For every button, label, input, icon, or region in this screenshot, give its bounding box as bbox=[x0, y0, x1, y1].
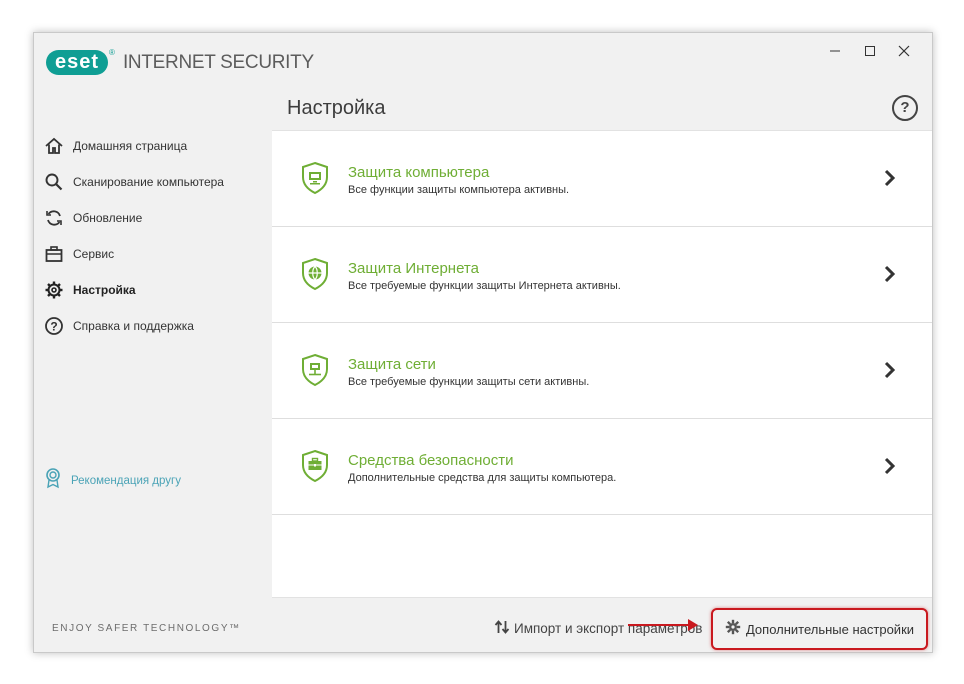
recommend-link[interactable]: Рекомендация другу bbox=[43, 467, 181, 494]
sidebar-item-scan[interactable]: Сканирование компьютера bbox=[43, 168, 224, 196]
sidebar-item-label: Справка и поддержка bbox=[73, 319, 194, 333]
badge-icon bbox=[43, 467, 63, 494]
help-icon: ? bbox=[43, 315, 65, 337]
card-title: Средства безопасности bbox=[348, 452, 514, 469]
sidebar-item-home[interactable]: Домашняя страница bbox=[43, 132, 187, 160]
sidebar-item-label: Настройка bbox=[73, 283, 136, 297]
card-description: Дополнительные средства для защиты компь… bbox=[348, 472, 617, 484]
sidebar-item-label: Домашняя страница bbox=[73, 139, 188, 153]
eset-logo-mark: eset bbox=[46, 50, 109, 75]
card-internet-protection[interactable]: Защита Интернета Все требуемые функции з… bbox=[272, 227, 932, 323]
chevron-right-icon bbox=[884, 457, 896, 480]
app-window: eset ® INTERNET SECURITY Домашняя страни… bbox=[33, 32, 933, 653]
advanced-settings-label: Дополнительные настройки bbox=[745, 621, 915, 637]
advanced-settings-button[interactable]: Дополнительные настройки bbox=[711, 608, 928, 650]
card-network-protection[interactable]: Защита сети Все требуемые функции защиты… bbox=[272, 323, 932, 419]
import-export-icon bbox=[494, 619, 510, 638]
gear-icon bbox=[43, 279, 65, 301]
card-description: Все требуемые функции защиты сети активн… bbox=[348, 376, 590, 388]
sidebar-item-label: Обновление bbox=[73, 211, 143, 225]
card-security-tools[interactable]: Средства безопасности Дополнительные сре… bbox=[272, 419, 932, 515]
chevron-right-icon bbox=[884, 265, 896, 288]
main-panel: Настройка ? Защита компьютера Все функци… bbox=[272, 33, 932, 652]
shield-network-icon bbox=[300, 353, 330, 392]
refresh-icon bbox=[43, 207, 65, 229]
home-icon bbox=[43, 135, 65, 157]
card-title: Защита Интернета bbox=[348, 260, 479, 277]
sidebar-item-help[interactable]: ? Справка и поддержка bbox=[43, 312, 194, 340]
shield-monitor-icon bbox=[300, 161, 330, 200]
card-description: Все требуемые функции защиты Интернета а… bbox=[348, 280, 621, 292]
sidebar-item-label: Сервис bbox=[73, 247, 115, 261]
settings-cards: Защита компьютера Все функции защиты ком… bbox=[272, 130, 932, 598]
page-title: Настройка bbox=[287, 97, 386, 119]
card-computer-protection[interactable]: Защита компьютера Все функции защиты ком… bbox=[272, 131, 932, 227]
help-button[interactable]: ? bbox=[892, 95, 918, 121]
sidebar-item-service[interactable]: Сервис bbox=[43, 240, 114, 268]
card-title: Защита сети bbox=[348, 356, 436, 373]
registered-mark: ® bbox=[109, 48, 115, 57]
annotation-arrow bbox=[628, 619, 698, 631]
search-icon bbox=[43, 171, 65, 193]
recommend-label: Рекомендация другу bbox=[71, 474, 181, 487]
briefcase-icon bbox=[43, 243, 65, 265]
svg-text:?: ? bbox=[50, 320, 57, 334]
tagline: ENJOY SAFER TECHNOLOGY™ bbox=[52, 623, 241, 634]
chevron-right-icon bbox=[884, 361, 896, 384]
sidebar-item-settings[interactable]: Настройка bbox=[43, 276, 136, 304]
card-description: Все функции защиты компьютера активны. bbox=[348, 184, 570, 196]
sidebar-item-label: Сканирование компьютера bbox=[73, 175, 224, 189]
chevron-right-icon bbox=[884, 169, 896, 192]
gear-icon bbox=[725, 619, 741, 640]
card-title: Защита компьютера bbox=[348, 164, 490, 181]
sidebar-item-update[interactable]: Обновление bbox=[43, 204, 142, 232]
shield-globe-icon bbox=[300, 257, 330, 296]
shield-toolbox-icon bbox=[300, 449, 330, 488]
